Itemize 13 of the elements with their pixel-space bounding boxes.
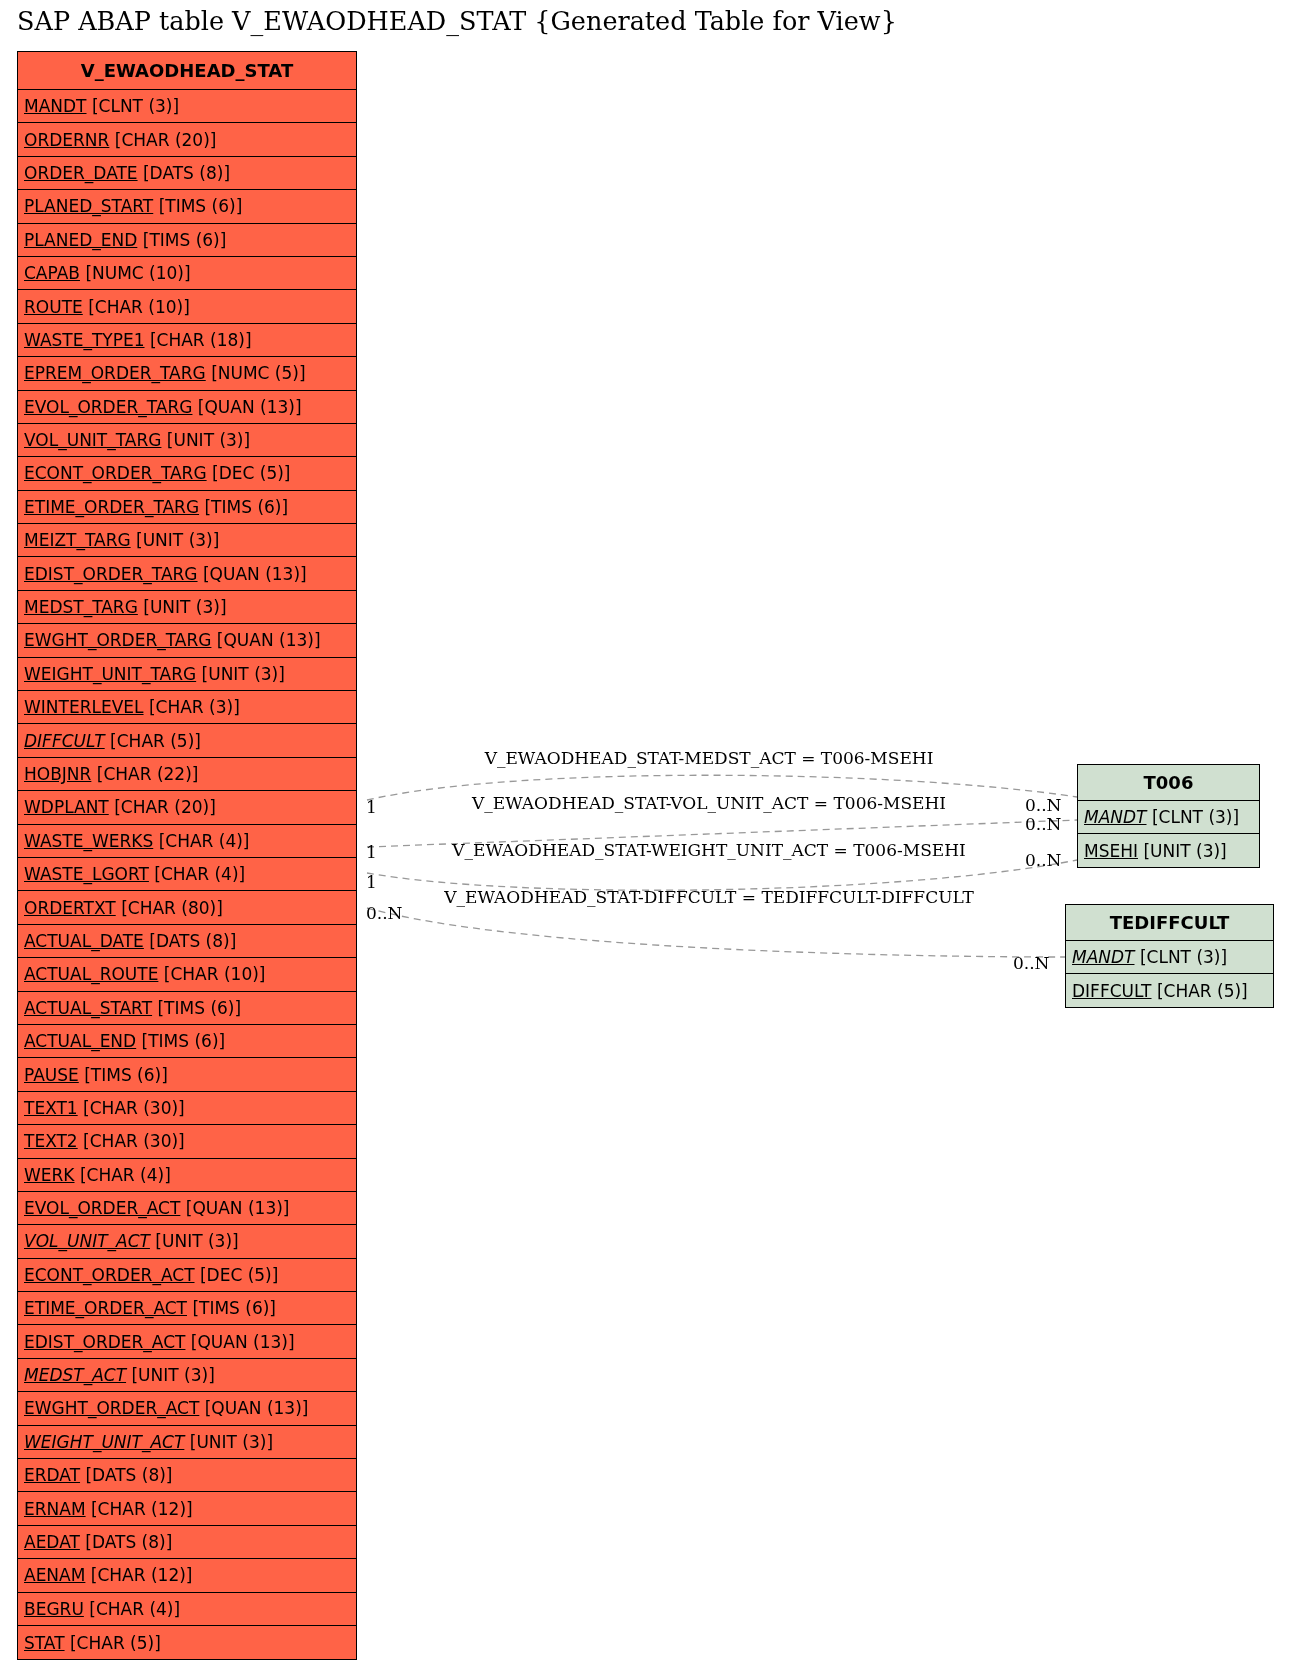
relation-label: V_EWAODHEAD_STAT-DIFFCULT = TEDIFFCULT-DIFFCULT bbox=[444, 887, 974, 907]
relation-label: V_EWAODHEAD_STAT-WEIGHT_UNIT_ACT = T006-MSEHI bbox=[452, 840, 966, 860]
cardinality-label: 0..N bbox=[1025, 850, 1062, 870]
cardinality-label: 1 bbox=[366, 797, 377, 817]
cardinality-label: 0..N bbox=[1025, 795, 1062, 815]
cardinality-label: 0..N bbox=[366, 903, 403, 923]
cardinality-label: 0..N bbox=[1013, 953, 1050, 973]
cardinality-label: 1 bbox=[366, 872, 377, 892]
relation-label: V_EWAODHEAD_STAT-MEDST_ACT = T006-MSEHI bbox=[484, 748, 934, 768]
cardinality-label: 0..N bbox=[1025, 814, 1062, 834]
relation-label: V_EWAODHEAD_STAT-VOL_UNIT_ACT = T006-MSEHI bbox=[472, 793, 946, 813]
cardinality-label: 1 bbox=[366, 842, 377, 862]
page-title: SAP ABAP table V_EWAODHEAD_STAT {Generated Table for View} bbox=[17, 6, 897, 36]
